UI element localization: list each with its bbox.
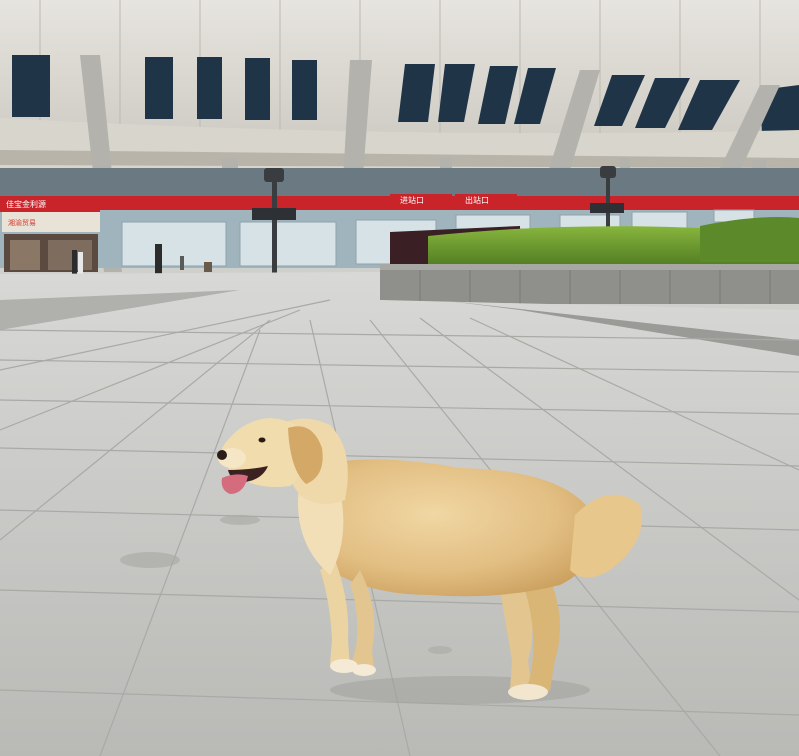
store-sign-bottom: 湘渝贸易 [8, 218, 36, 227]
entrance-sign-right: 出站口 [465, 195, 489, 205]
scene-svg: 佳宝金利源 湘渝贸易 进站口 出站口 [0, 0, 799, 756]
hedge-planter [380, 217, 799, 304]
station-roof [0, 0, 799, 170]
store-sign-top: 佳宝金利源 [6, 199, 46, 209]
photo-scene: 佳宝金利源 湘渝贸易 进站口 出站口 [0, 0, 799, 756]
entrance-sign-left: 进站口 [400, 195, 424, 205]
